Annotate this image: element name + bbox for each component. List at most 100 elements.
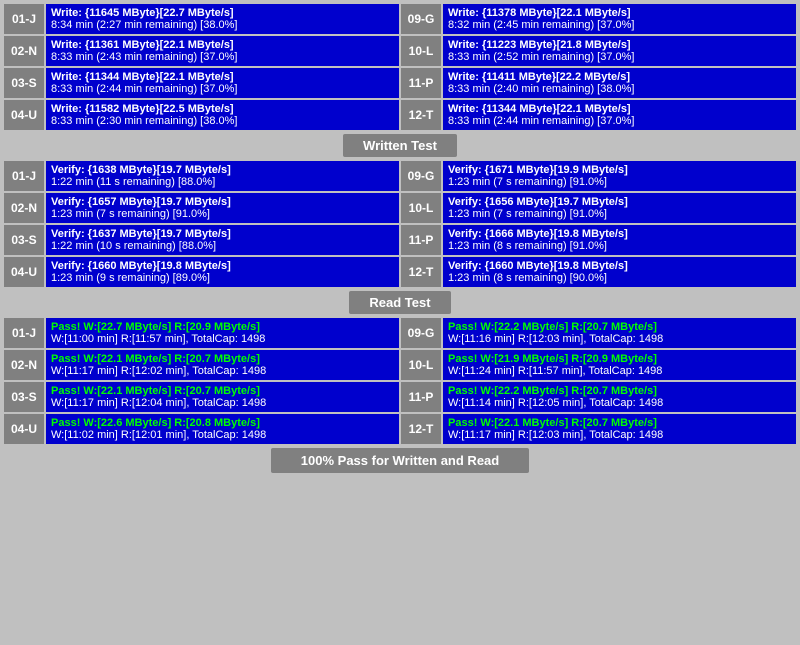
pass-cell-09g-line2: W:[11:16 min] R:[12:03 min], TotalCap: 1…: [448, 333, 791, 345]
verify-cell-11p-line2: 1:23 min (8 s remaining) [91.0%]: [448, 240, 791, 252]
footer-label: 100% Pass for Written and Read: [271, 448, 529, 473]
pass-cell-04u-line1: Pass! W:[22.6 MByte/s] R:[20.8 MByte/s]: [51, 417, 394, 429]
verify-cell-09g: Verify: {1671 MByte}[19.9 MByte/s] 1:23 …: [443, 161, 796, 191]
pass-cell-02n: Pass! W:[22.1 MByte/s] R:[20.7 MByte/s] …: [46, 350, 399, 380]
verify-cell-12t-line1: Verify: {1660 MByte}[19.8 MByte/s]: [448, 260, 791, 272]
label-11p-write: 11-P: [401, 68, 441, 98]
write-cell-01j-line2: 8:34 min (2:27 min remaining) [38.0%]: [51, 19, 394, 31]
write-cell-02n-line1: Write: {11361 MByte}[22.1 MByte/s]: [51, 39, 394, 51]
pass-cell-03s-line2: W:[11:17 min] R:[12:04 min], TotalCap: 1…: [51, 397, 394, 409]
pass-cell-11p: Pass! W:[22.2 MByte/s] R:[20.7 MByte/s] …: [443, 382, 796, 412]
pass-row-2: 02-N Pass! W:[22.1 MByte/s] R:[20.7 MByt…: [4, 350, 796, 380]
label-01j-write: 01-J: [4, 4, 44, 34]
write-cell-12t: Write: {11344 MByte}[22.1 MByte/s] 8:33 …: [443, 100, 796, 130]
write-cell-10l-line1: Write: {11223 MByte}[21.8 MByte/s]: [448, 39, 791, 51]
pass-row-3: 03-S Pass! W:[22.1 MByte/s] R:[20.7 MByt…: [4, 382, 796, 412]
pass-row-4: 04-U Pass! W:[22.6 MByte/s] R:[20.8 MByt…: [4, 414, 796, 444]
write-cell-04u-line2: 8:33 min (2:30 min remaining) [38.0%]: [51, 115, 394, 127]
write-cell-02n-line2: 8:33 min (2:43 min remaining) [37.0%]: [51, 51, 394, 63]
verify-cell-11p: Verify: {1666 MByte}[19.8 MByte/s] 1:23 …: [443, 225, 796, 255]
pass-cell-01j: Pass! W:[22.7 MByte/s] R:[20.9 MByte/s] …: [46, 318, 399, 348]
pass-cell-10l-line2: W:[11:24 min] R:[11:57 min], TotalCap: 1…: [448, 365, 791, 377]
label-02n-write: 02-N: [4, 36, 44, 66]
verify-cell-01j-line2: 1:22 min (11 s remaining) [88.0%]: [51, 176, 394, 188]
read-test-label-row: Read Test: [4, 291, 796, 314]
written-test-label-row: Written Test: [4, 134, 796, 157]
write-cell-11p-line2: 8:33 min (2:40 min remaining) [38.0%]: [448, 83, 791, 95]
label-04u-verify: 04-U: [4, 257, 44, 287]
verify-cell-09g-line2: 1:23 min (7 s remaining) [91.0%]: [448, 176, 791, 188]
label-03s-verify: 03-S: [4, 225, 44, 255]
label-01j-pass: 01-J: [4, 318, 44, 348]
write-cell-12t-line1: Write: {11344 MByte}[22.1 MByte/s]: [448, 103, 791, 115]
verify-cell-02n: Verify: {1657 MByte}[19.7 MByte/s] 1:23 …: [46, 193, 399, 223]
pass-cell-12t: Pass! W:[22.1 MByte/s] R:[20.7 MByte/s] …: [443, 414, 796, 444]
pass-cell-01j-line2: W:[11:00 min] R:[11:57 min], TotalCap: 1…: [51, 333, 394, 345]
verify-row-3: 03-S Verify: {1637 MByte}[19.7 MByte/s] …: [4, 225, 796, 255]
write-row-1: 01-J Write: {11645 MByte}[22.7 MByte/s] …: [4, 4, 796, 34]
verify-cell-01j: Verify: {1638 MByte}[19.7 MByte/s] 1:22 …: [46, 161, 399, 191]
write-cell-04u: Write: {11582 MByte}[22.5 MByte/s] 8:33 …: [46, 100, 399, 130]
verify-row-1: 01-J Verify: {1638 MByte}[19.7 MByte/s] …: [4, 161, 796, 191]
written-test-label: Written Test: [343, 134, 457, 157]
pass-row-1: 01-J Pass! W:[22.7 MByte/s] R:[20.9 MByt…: [4, 318, 796, 348]
verify-cell-03s: Verify: {1637 MByte}[19.7 MByte/s] 1:22 …: [46, 225, 399, 255]
pass-cell-04u: Pass! W:[22.6 MByte/s] R:[20.8 MByte/s] …: [46, 414, 399, 444]
verify-cell-10l-line2: 1:23 min (7 s remaining) [91.0%]: [448, 208, 791, 220]
verify-cell-10l: Verify: {1656 MByte}[19.7 MByte/s] 1:23 …: [443, 193, 796, 223]
pass-cell-11p-line2: W:[11:14 min] R:[12:05 min], TotalCap: 1…: [448, 397, 791, 409]
write-cell-01j-line1: Write: {11645 MByte}[22.7 MByte/s]: [51, 7, 394, 19]
verify-cell-04u-line2: 1:23 min (9 s remaining) [89.0%]: [51, 272, 394, 284]
verify-row-2: 02-N Verify: {1657 MByte}[19.7 MByte/s] …: [4, 193, 796, 223]
verify-cell-12t-line2: 1:23 min (8 s remaining) [90.0%]: [448, 272, 791, 284]
pass-cell-03s: Pass! W:[22.1 MByte/s] R:[20.7 MByte/s] …: [46, 382, 399, 412]
verify-row-4: 04-U Verify: {1660 MByte}[19.8 MByte/s] …: [4, 257, 796, 287]
label-11p-pass: 11-P: [401, 382, 441, 412]
write-row-4: 04-U Write: {11582 MByte}[22.5 MByte/s] …: [4, 100, 796, 130]
pass-cell-10l-line1: Pass! W:[21.9 MByte/s] R:[20.9 MByte/s]: [448, 353, 791, 365]
pass-cell-01j-line1: Pass! W:[22.7 MByte/s] R:[20.9 MByte/s]: [51, 321, 394, 333]
footer-row: 100% Pass for Written and Read: [4, 448, 796, 477]
label-11p-verify: 11-P: [401, 225, 441, 255]
label-09g-verify: 09-G: [401, 161, 441, 191]
label-04u-pass: 04-U: [4, 414, 44, 444]
verify-cell-10l-line1: Verify: {1656 MByte}[19.7 MByte/s]: [448, 196, 791, 208]
pass-cell-11p-line1: Pass! W:[22.2 MByte/s] R:[20.7 MByte/s]: [448, 385, 791, 397]
write-cell-09g-line2: 8:32 min (2:45 min remaining) [37.0%]: [448, 19, 791, 31]
label-03s-write: 03-S: [4, 68, 44, 98]
write-row-3: 03-S Write: {11344 MByte}[22.1 MByte/s] …: [4, 68, 796, 98]
verify-cell-11p-line1: Verify: {1666 MByte}[19.8 MByte/s]: [448, 228, 791, 240]
label-02n-verify: 02-N: [4, 193, 44, 223]
pass-section: 01-J Pass! W:[22.7 MByte/s] R:[20.9 MByt…: [4, 318, 796, 444]
read-test-label: Read Test: [349, 291, 450, 314]
pass-cell-12t-line1: Pass! W:[22.1 MByte/s] R:[20.7 MByte/s]: [448, 417, 791, 429]
pass-cell-09g: Pass! W:[22.2 MByte/s] R:[20.7 MByte/s] …: [443, 318, 796, 348]
label-09g-write: 09-G: [401, 4, 441, 34]
label-10l-verify: 10-L: [401, 193, 441, 223]
write-cell-11p: Write: {11411 MByte}[22.2 MByte/s] 8:33 …: [443, 68, 796, 98]
write-cell-01j: Write: {11645 MByte}[22.7 MByte/s] 8:34 …: [46, 4, 399, 34]
main-container: 01-J Write: {11645 MByte}[22.7 MByte/s] …: [0, 0, 800, 481]
label-03s-pass: 03-S: [4, 382, 44, 412]
write-cell-12t-line2: 8:33 min (2:44 min remaining) [37.0%]: [448, 115, 791, 127]
write-section: 01-J Write: {11645 MByte}[22.7 MByte/s] …: [4, 4, 796, 130]
label-12t-verify: 12-T: [401, 257, 441, 287]
pass-cell-03s-line1: Pass! W:[22.1 MByte/s] R:[20.7 MByte/s]: [51, 385, 394, 397]
write-cell-11p-line1: Write: {11411 MByte}[22.2 MByte/s]: [448, 71, 791, 83]
verify-cell-12t: Verify: {1660 MByte}[19.8 MByte/s] 1:23 …: [443, 257, 796, 287]
write-row-2: 02-N Write: {11361 MByte}[22.1 MByte/s] …: [4, 36, 796, 66]
label-10l-pass: 10-L: [401, 350, 441, 380]
label-12t-pass: 12-T: [401, 414, 441, 444]
verify-cell-09g-line1: Verify: {1671 MByte}[19.9 MByte/s]: [448, 164, 791, 176]
verify-cell-01j-line1: Verify: {1638 MByte}[19.7 MByte/s]: [51, 164, 394, 176]
label-12t-write: 12-T: [401, 100, 441, 130]
verify-cell-04u: Verify: {1660 MByte}[19.8 MByte/s] 1:23 …: [46, 257, 399, 287]
verify-cell-03s-line1: Verify: {1637 MByte}[19.7 MByte/s]: [51, 228, 394, 240]
pass-cell-10l: Pass! W:[21.9 MByte/s] R:[20.9 MByte/s] …: [443, 350, 796, 380]
write-cell-03s-line1: Write: {11344 MByte}[22.1 MByte/s]: [51, 71, 394, 83]
pass-cell-04u-line2: W:[11:02 min] R:[12:01 min], TotalCap: 1…: [51, 429, 394, 441]
label-09g-pass: 09-G: [401, 318, 441, 348]
pass-cell-12t-line2: W:[11:17 min] R:[12:03 min], TotalCap: 1…: [448, 429, 791, 441]
label-01j-verify: 01-J: [4, 161, 44, 191]
write-cell-03s: Write: {11344 MByte}[22.1 MByte/s] 8:33 …: [46, 68, 399, 98]
